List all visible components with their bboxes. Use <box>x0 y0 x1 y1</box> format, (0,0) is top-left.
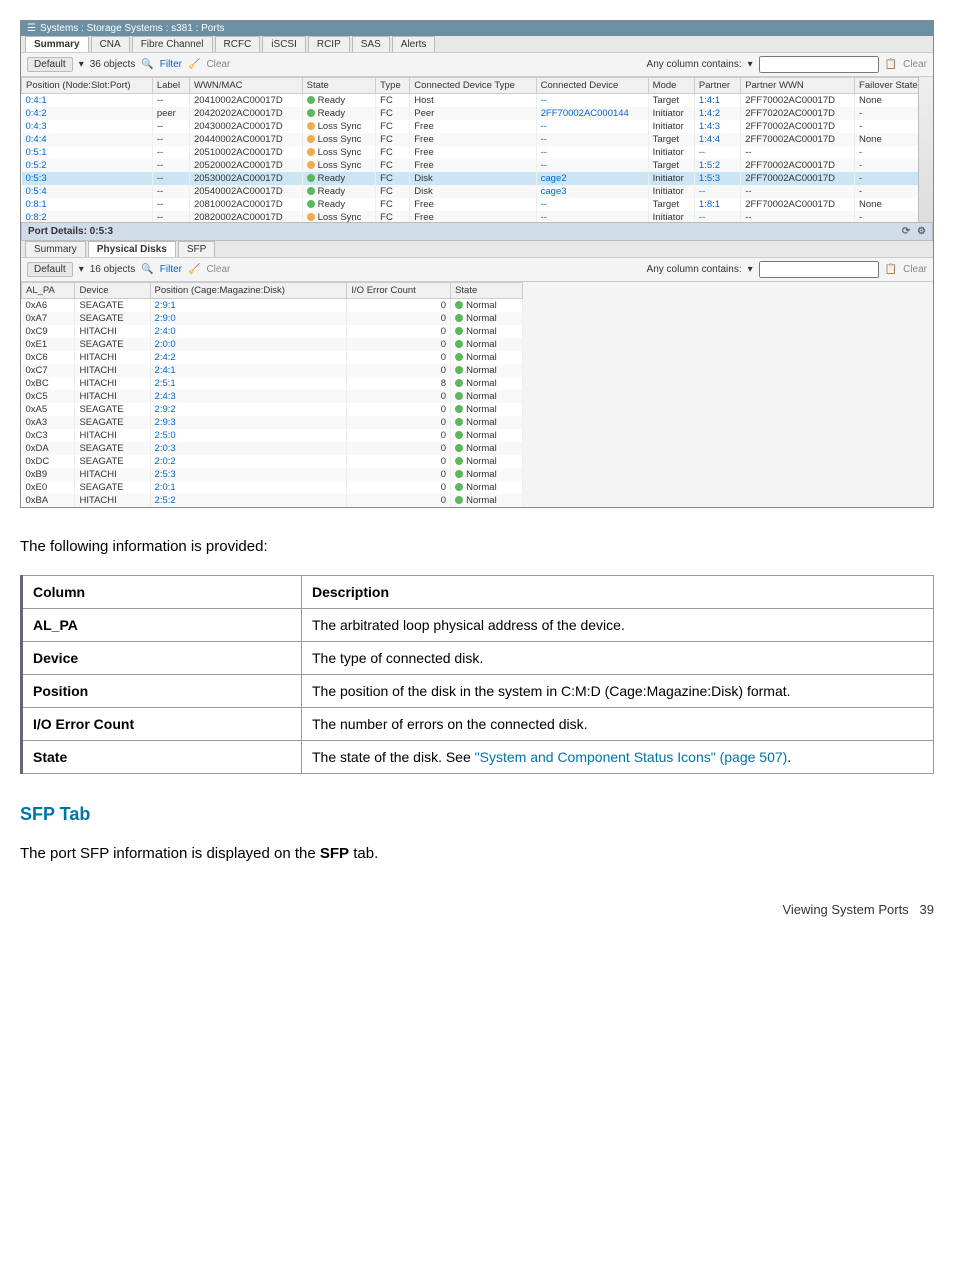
any-column-label-lower: Any column contains: <box>647 264 742 275</box>
table-row[interactable]: 0xC3HITACHI2:5:00Normal <box>22 429 523 442</box>
tab-cna[interactable]: CNA <box>91 36 130 52</box>
desc-row: StateThe state of the disk. See "System … <box>22 741 934 774</box>
filter-link-lower[interactable]: Filter <box>160 264 182 275</box>
clear-right-lower[interactable]: Clear <box>903 264 927 275</box>
filter-icon-lower[interactable]: 🔍 <box>141 264 153 275</box>
table-row[interactable]: 0:4:2peer20420202AC00017DReadyFCPeer2FF7… <box>22 107 933 120</box>
page-footer: Viewing System Ports 39 <box>20 902 934 917</box>
tab-summary[interactable]: Summary <box>25 241 86 257</box>
desc-row: AL_PAThe arbitrated loop physical addres… <box>22 609 934 642</box>
column-header[interactable]: Failover State <box>855 78 933 94</box>
column-header[interactable]: State <box>302 78 376 94</box>
column-header[interactable]: Label <box>152 78 189 94</box>
table-row[interactable]: 0:8:1--20810002AC00017DReadyFCFree--Targ… <box>22 198 933 211</box>
sfp-tab-text: The port SFP information is displayed on… <box>20 845 934 862</box>
table-row[interactable]: 0xBAHITACHI2:5:20Normal <box>22 494 523 507</box>
tab-sas[interactable]: SAS <box>352 36 390 52</box>
table-row[interactable]: 0:5:4--20540002AC00017DReadyFCDiskcage3I… <box>22 185 933 198</box>
desc-header-desc: Description <box>302 576 934 609</box>
tab-sfp[interactable]: SFP <box>178 241 215 257</box>
settings-icon[interactable]: ⚙ <box>917 226 926 237</box>
filter-input[interactable] <box>759 56 879 73</box>
table-row[interactable]: 0xC6HITACHI2:4:20Normal <box>22 351 523 364</box>
default-button-lower[interactable]: Default <box>27 262 73 277</box>
table-row[interactable]: 0xBCHITACHI2:5:18Normal <box>22 377 523 390</box>
tab-fibre-channel[interactable]: Fibre Channel <box>132 36 213 52</box>
status-icons-link[interactable]: "System and Component Status Icons" (pag… <box>475 749 788 765</box>
desc-row: PositionThe position of the disk in the … <box>22 675 934 708</box>
lower-toolbar: Default ▾ 16 objects 🔍 Filter 🧹 Clear An… <box>21 258 933 282</box>
table-row[interactable]: 0xB9HITACHI2:5:30Normal <box>22 468 523 481</box>
ports-table: Position (Node:Slot:Port)LabelWWN/MACSta… <box>21 77 933 222</box>
column-header[interactable]: Partner <box>694 78 740 94</box>
table-row[interactable]: 0:4:3--20430002AC00017DLoss SyncFCFree--… <box>22 120 933 133</box>
column-header[interactable]: WWN/MAC <box>189 78 302 94</box>
desc-row: DeviceThe type of connected disk. <box>22 642 934 675</box>
table-row[interactable]: 0:5:2--20520002AC00017DLoss SyncFCFree--… <box>22 159 933 172</box>
port-details-header: Port Details: 0:5:3 ⟳ ⚙ <box>21 222 933 241</box>
table-row[interactable]: 0xA3SEAGATE2:9:30Normal <box>22 416 523 429</box>
filter-icon[interactable]: 🔍 <box>141 59 153 70</box>
clear-right[interactable]: Clear <box>903 59 927 70</box>
table-row[interactable]: 0xC9HITACHI2:4:00Normal <box>22 325 523 338</box>
sfp-tab-title: SFP Tab <box>20 804 934 825</box>
column-header[interactable]: I/O Error Count <box>347 283 451 299</box>
table-row[interactable]: 0xE0SEAGATE2:0:10Normal <box>22 481 523 494</box>
tab-iscsi[interactable]: iSCSI <box>262 36 306 52</box>
tab-physical-disks[interactable]: Physical Disks <box>88 241 176 257</box>
column-header[interactable]: State <box>451 283 523 299</box>
filter-input-lower[interactable] <box>759 261 879 278</box>
desc-row: I/O Error CountThe number of errors on t… <box>22 708 934 741</box>
system-icon: ☰ <box>27 23 36 34</box>
column-header[interactable]: Connected Device <box>536 78 648 94</box>
column-header[interactable]: Device <box>75 283 150 299</box>
tab-rcfc[interactable]: RCFC <box>215 36 261 52</box>
upper-toolbar: Default ▾ 36 objects 🔍 Filter 🧹 Clear An… <box>21 53 933 77</box>
column-header[interactable]: AL_PA <box>22 283 75 299</box>
disks-table: AL_PADevicePosition (Cage:Magazine:Disk)… <box>21 282 523 507</box>
tab-rcip[interactable]: RCIP <box>308 36 350 52</box>
default-button[interactable]: Default <box>27 57 73 72</box>
column-header[interactable]: Type <box>376 78 410 94</box>
breadcrumb-bar: ☰ Systems : Storage Systems : s381 : Por… <box>21 21 933 36</box>
column-header[interactable]: Position (Node:Slot:Port) <box>22 78 153 94</box>
table-row[interactable]: 0:5:3--20530002AC00017DReadyFCDiskcage2I… <box>22 172 933 185</box>
tab-summary[interactable]: Summary <box>25 36 89 52</box>
table-row[interactable]: 0:4:1--20410002AC00017DReadyFCHost--Targ… <box>22 94 933 108</box>
clear-link[interactable]: Clear <box>206 59 230 70</box>
table-row[interactable]: 0xE1SEAGATE2:0:00Normal <box>22 338 523 351</box>
breadcrumb-text: Systems : Storage Systems : s381 : Ports <box>40 23 225 34</box>
table-row[interactable]: 0:8:2--20820002AC00017DLoss SyncFCFree--… <box>22 211 933 222</box>
table-row[interactable]: 0xA5SEAGATE2:9:20Normal <box>22 403 523 416</box>
column-header[interactable]: Partner WWN <box>741 78 855 94</box>
desc-header-col: Column <box>22 576 302 609</box>
ports-screenshot: ☰ Systems : Storage Systems : s381 : Por… <box>20 20 934 508</box>
table-row[interactable]: 0xC7HITACHI2:4:10Normal <box>22 364 523 377</box>
provided-text: The following information is provided: <box>20 538 934 555</box>
table-row[interactable]: 0xA7SEAGATE2:9:00Normal <box>22 312 523 325</box>
lower-tab-row: SummaryPhysical DisksSFP <box>21 241 933 258</box>
object-count-lower: 16 objects <box>90 264 136 275</box>
refresh-icon[interactable]: ⟳ <box>902 226 910 237</box>
table-row[interactable]: 0xDASEAGATE2:0:30Normal <box>22 442 523 455</box>
column-header[interactable]: Mode <box>648 78 694 94</box>
table-row[interactable]: 0xDCSEAGATE2:0:20Normal <box>22 455 523 468</box>
table-row[interactable]: 0xA6SEAGATE2:9:10Normal <box>22 299 523 313</box>
export-icon-lower[interactable]: 📋 <box>885 264 897 275</box>
description-table: Column Description AL_PAThe arbitrated l… <box>20 575 934 774</box>
clear-link-lower[interactable]: Clear <box>206 264 230 275</box>
object-count: 36 objects <box>90 59 136 70</box>
table-row[interactable]: 0xC5HITACHI2:4:30Normal <box>22 390 523 403</box>
clear-icon[interactable]: 🧹 <box>188 59 200 70</box>
filter-link[interactable]: Filter <box>160 59 182 70</box>
column-header[interactable]: Connected Device Type <box>410 78 536 94</box>
clear-icon-lower[interactable]: 🧹 <box>188 264 200 275</box>
table-row[interactable]: 0:4:4--20440002AC00017DLoss SyncFCFree--… <box>22 133 933 146</box>
table-row[interactable]: 0:5:1--20510002AC00017DLoss SyncFCFree--… <box>22 146 933 159</box>
export-icon[interactable]: 📋 <box>885 59 897 70</box>
column-header[interactable]: Position (Cage:Magazine:Disk) <box>150 283 347 299</box>
tab-alerts[interactable]: Alerts <box>392 36 436 52</box>
upper-tab-row: SummaryCNAFibre ChannelRCFCiSCSIRCIPSASA… <box>21 36 933 53</box>
any-column-label: Any column contains: <box>647 59 742 70</box>
